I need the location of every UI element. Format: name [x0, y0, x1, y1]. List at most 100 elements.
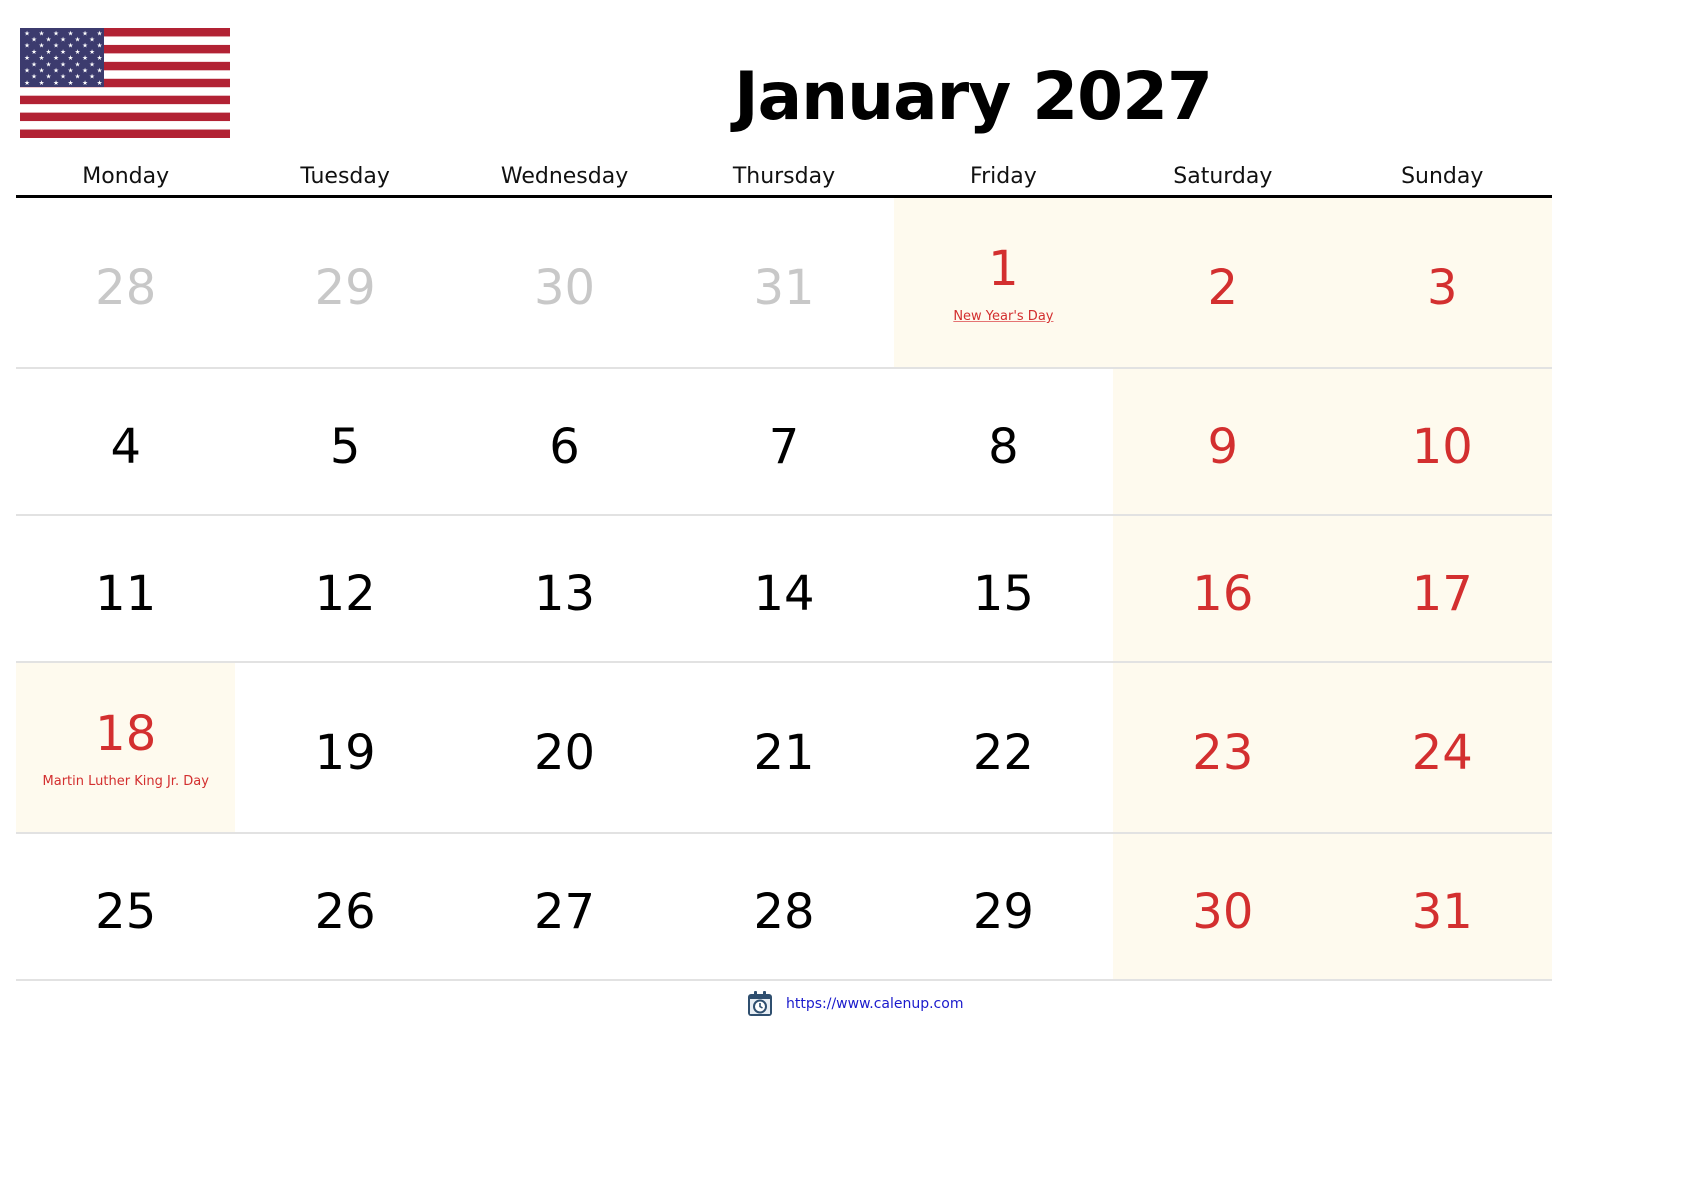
flag-star: ★ — [89, 48, 95, 56]
calendar-day-cell[interactable]: 31 — [674, 198, 893, 367]
day-number: 7 — [768, 418, 800, 475]
calendar-day-cell[interactable]: 16 — [1113, 516, 1333, 661]
day-number: 12 — [314, 565, 376, 622]
calendar-day-cell[interactable]: 11 — [16, 516, 235, 661]
day-number: 31 — [753, 259, 815, 316]
day-number: 6 — [549, 418, 580, 475]
flag-star: ★ — [31, 60, 37, 68]
day-number: 28 — [95, 259, 157, 316]
day-number: 27 — [534, 883, 596, 940]
calendar-day-cell[interactable]: 28 — [16, 198, 235, 367]
calendar-day-cell[interactable]: 18 Martin Luther King Jr. Day — [16, 663, 236, 832]
day-number: 22 — [972, 724, 1034, 781]
flag-star: ★ — [75, 73, 81, 81]
calendar-day-cell[interactable]: 20 — [455, 663, 674, 832]
flag-star: ★ — [68, 42, 74, 50]
calendar-day-cell[interactable]: 21 — [674, 663, 893, 832]
flag-star: ★ — [31, 73, 37, 81]
calendar-day-cell[interactable]: 5 — [235, 369, 454, 514]
flag-star: ★ — [60, 48, 66, 56]
day-number: 19 — [314, 724, 376, 781]
calendar-grid: Monday Tuesday Wednesday Thursday Friday… — [16, 158, 1552, 981]
flag-star: ★ — [89, 60, 95, 68]
calendar-day-cell[interactable]: 22 — [894, 663, 1113, 832]
calendar-day-cell[interactable]: 25 — [16, 834, 235, 979]
flag-star: ★ — [24, 67, 30, 75]
calendar-week-row: 11 12 13 14 15 16 17 — [16, 516, 1552, 663]
flag-star: ★ — [60, 36, 66, 44]
flag-star: ★ — [89, 73, 95, 81]
day-number: 18 — [95, 706, 157, 762]
holiday-label[interactable]: New Year's Day — [953, 309, 1053, 324]
flag-star: ★ — [82, 79, 88, 87]
calendar-day-cell[interactable]: 6 — [455, 369, 674, 514]
flag-star: ★ — [75, 48, 81, 56]
calendar-day-cell[interactable]: 8 — [894, 369, 1113, 514]
flag-star: ★ — [68, 54, 74, 62]
calendar-day-cell[interactable]: 24 — [1332, 663, 1552, 832]
day-number: 29 — [314, 259, 376, 316]
flag-stripe — [20, 129, 230, 138]
calendar-day-cell[interactable]: 19 — [235, 663, 454, 832]
flag-star: ★ — [68, 29, 74, 37]
weekday-sunday: Sunday — [1401, 164, 1484, 189]
day-number: 3 — [1426, 259, 1458, 316]
day-number: 28 — [753, 883, 815, 940]
day-number: 29 — [972, 883, 1034, 940]
calendar-day-cell[interactable]: 2 — [1113, 198, 1333, 367]
calendar-day-cell[interactable]: 26 — [235, 834, 454, 979]
day-number: 21 — [753, 724, 815, 781]
footer: https://www.calenup.com — [746, 990, 963, 1018]
calendar-day-cell[interactable]: 9 — [1113, 369, 1333, 514]
calendar-day-cell[interactable]: 17 — [1332, 516, 1552, 661]
flag-star: ★ — [97, 42, 103, 50]
flag-star: ★ — [97, 67, 103, 75]
weeks-container: 28 29 30 31 1 New Year's Day 2 3 4 5 6 7 8 9 10 11 12 13 1… — [16, 198, 1552, 981]
website-link[interactable]: https://www.calenup.com — [786, 996, 963, 1012]
calendar-day-cell[interactable]: 13 — [455, 516, 674, 661]
day-number: 11 — [95, 565, 157, 622]
calendar-day-cell[interactable]: 30 — [1113, 834, 1333, 979]
day-number: 26 — [314, 883, 376, 940]
day-number: 25 — [95, 883, 157, 940]
flag-stripe — [20, 121, 230, 130]
flag-star: ★ — [75, 36, 81, 44]
calendar-day-cell[interactable]: 12 — [235, 516, 454, 661]
calendar-day-cell[interactable]: 29 — [235, 198, 454, 367]
calendar-day-cell[interactable]: 15 — [894, 516, 1113, 661]
calendar-day-cell[interactable]: 1 New Year's Day — [893, 198, 1114, 367]
calendar-week-row: 28 29 30 31 1 New Year's Day 2 3 — [16, 198, 1552, 369]
calendar-day-cell[interactable]: 7 — [674, 369, 893, 514]
calendar-day-cell[interactable]: 30 — [455, 198, 674, 367]
flag-stripe — [20, 95, 230, 105]
flag-star: ★ — [68, 67, 74, 75]
flag-star: ★ — [53, 54, 59, 62]
flag-star: ★ — [53, 29, 59, 37]
calendar-day-cell[interactable]: 27 — [455, 834, 674, 979]
flag-stripe — [20, 87, 230, 96]
calendar-day-cell[interactable]: 10 — [1332, 369, 1552, 514]
flag-star: ★ — [31, 36, 37, 44]
calendar-day-cell[interactable]: 28 — [674, 834, 893, 979]
flag-star: ★ — [39, 79, 45, 87]
calendar-day-cell[interactable]: 31 — [1332, 834, 1552, 979]
calendar-day-cell[interactable]: 14 — [674, 516, 893, 661]
day-number: 8 — [988, 418, 1019, 475]
holiday-label: Martin Luther King Jr. Day — [42, 774, 209, 789]
weekday-wednesday: Wednesday — [500, 164, 629, 189]
calendar-day-cell[interactable]: 4 — [16, 369, 235, 514]
flag-star: ★ — [24, 42, 30, 50]
flag-stripe — [20, 112, 230, 122]
day-number: 20 — [534, 724, 596, 781]
calendar-day-cell[interactable]: 3 — [1332, 198, 1552, 367]
day-number: 23 — [1192, 724, 1254, 781]
day-number: 5 — [329, 418, 361, 475]
weekday-thursday: Thursday — [732, 164, 836, 189]
weekday-header: Monday Tuesday Wednesday Thursday Friday… — [16, 158, 1552, 198]
calendar-day-cell[interactable]: 23 — [1113, 663, 1333, 832]
calendar-day-cell[interactable]: 29 — [894, 834, 1113, 979]
day-number: 1 — [988, 241, 1019, 297]
day-number: 15 — [972, 565, 1034, 622]
flag-star: ★ — [46, 36, 52, 44]
flag-star: ★ — [89, 36, 95, 44]
